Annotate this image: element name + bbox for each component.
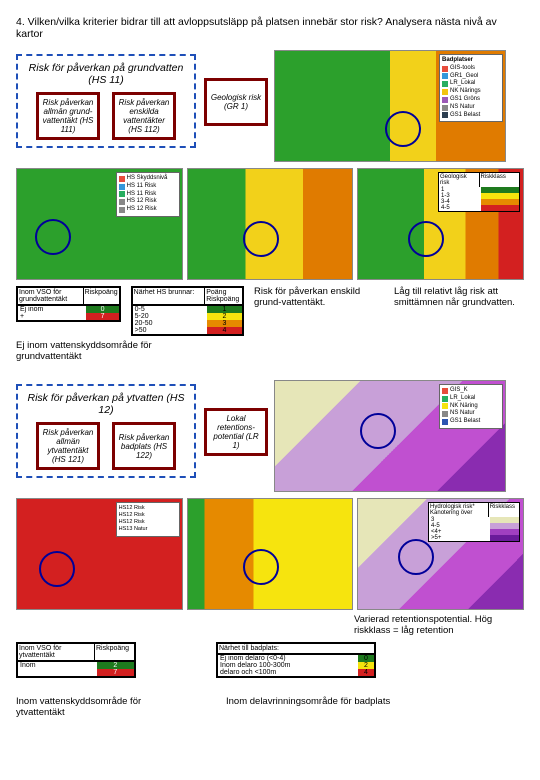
row-grund-tables: Inom VSO för grundvattentäkt Riskpoäng E… — [16, 286, 524, 336]
row-yt-maps: HS12 RiskHS12 RiskHS12 RiskHS13 Natur Hy… — [16, 498, 524, 610]
comment-risk-geol: Låg till relativt låg risk att smittämne… — [394, 286, 524, 308]
map-riskklass-marker — [408, 221, 444, 257]
page-heading: 4. Vilken/vilka kriterier bidrar till at… — [16, 16, 524, 40]
map-hs111-marker — [35, 219, 71, 255]
map-hs111-legend: HS Skyddsnivå HS 11 Risk HS 11 Risk HS 1… — [116, 172, 180, 217]
table-vso-title: Inom VSO för grundvattentäkt — [18, 288, 83, 304]
map-hs112-marker — [243, 221, 279, 257]
table-yt-title: Inom VSO för ytvattentäkt — [18, 644, 94, 660]
node-hs111: Risk påverkan allmän grund-vattentäkt (H… — [36, 92, 100, 140]
section-grundvatten: Risk för påverkan på grundvatten (HS 11)… — [16, 50, 524, 162]
map-gr1: Badplatser GIS-tools GR1_Geol LR_Lokal N… — [274, 50, 506, 162]
map-riskklass: Geologisk riskRiskklass 1 1-3 3-4 4-5 — [357, 168, 524, 280]
map-hs121-marker — [39, 551, 75, 587]
node-hs121: Risk påverkan allmän ytvattentäkt (HS 12… — [36, 422, 100, 470]
group-hs12-title: Risk för påverkan på ytvatten (HS 12) — [26, 392, 186, 416]
table-hs112-title: Närhet HS brunnar: — [133, 288, 205, 304]
map-retklass: Hydrologisk risk* Kanotering överRiskkla… — [357, 498, 524, 610]
caption-ej-inom-vso: Ej inom vattenskyddsområde för grundvatt… — [16, 340, 176, 362]
map-hs122 — [187, 498, 354, 610]
map-hs122-marker — [243, 549, 279, 585]
caption-inom-vso-yt: Inom vattenskyddsområde för ytvattentäkt — [16, 696, 186, 718]
node-hs112: Risk påverkan enskilda vattentäkter (HS … — [112, 92, 176, 140]
node-gr1: Geologisk risk (GR 1) — [204, 78, 268, 126]
section-ytvatten: Risk för påverkan på ytvatten (HS 12) Ri… — [16, 380, 524, 492]
node-lr1: Lokal retentions-potential (LR 1) — [204, 408, 268, 456]
group-hs12: Risk för påverkan på ytvatten (HS 12) Ri… — [16, 384, 196, 478]
map-hs121-legend: HS12 RiskHS12 RiskHS12 RiskHS13 Natur — [116, 502, 180, 537]
comment-risk-enskild: Risk för påverkan enskild grund-vattentä… — [254, 286, 384, 308]
map-retklass-marker — [398, 539, 434, 575]
map-hs112 — [187, 168, 354, 280]
map-hs121: HS12 RiskHS12 RiskHS12 RiskHS13 Natur — [16, 498, 183, 610]
comment-retention: Varierad retentionspotential. Hög riskkl… — [354, 614, 524, 636]
map-lr1-legend: GIS_K LR_Lokal NK Näring NS Natur GS1 Be… — [439, 384, 503, 429]
legend-title: Badplatser — [442, 57, 473, 65]
caption-inom-delavr: Inom delavrinningsområde för badplats — [226, 696, 390, 718]
map-hs111: HS Skyddsnivå HS 11 Risk HS 11 Risk HS 1… — [16, 168, 183, 280]
table-bad-title: Närhet till badplats: — [216, 642, 376, 655]
row-grund-maps: HS Skyddsnivå HS 11 Risk HS 11 Risk HS 1… — [16, 168, 524, 280]
map-lr1-marker — [360, 413, 396, 449]
row-yt-tables: Inom VSO för ytvattentäkt Riskpoäng Inom… — [16, 642, 524, 678]
node-hs122: Risk påverkan badplats (HS 122) — [112, 422, 176, 470]
group-hs11: Risk för påverkan på grundvatten (HS 11)… — [16, 54, 196, 148]
group-hs11-title: Risk för påverkan på grundvatten (HS 11) — [26, 62, 186, 86]
map-gr1-marker — [385, 111, 421, 147]
map-lr1: GIS_K LR_Lokal NK Näring NS Natur GS1 Be… — [274, 380, 506, 492]
map-gr1-legend: Badplatser GIS-tools GR1_Geol LR_Lokal N… — [439, 54, 503, 122]
